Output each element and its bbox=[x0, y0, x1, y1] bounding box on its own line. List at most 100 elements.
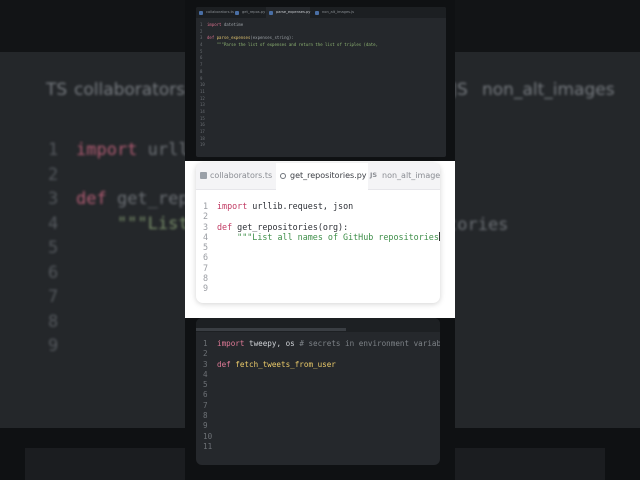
code-text: urll bbox=[137, 140, 189, 160]
line-number: 19 bbox=[200, 142, 205, 148]
mini-tab-label: parse_expenses.py bbox=[276, 10, 311, 14]
line-number: 3 bbox=[48, 189, 59, 209]
line-number: 4 bbox=[48, 213, 59, 234]
line-number: 17 bbox=[200, 129, 205, 134]
line-number: 12 bbox=[200, 95, 205, 101]
background-code-fragment: tories bbox=[447, 215, 509, 235]
code-text: datetime bbox=[221, 22, 244, 27]
main-code-area[interactable]: 1 import urllib.request, json 2 3 def get_re… bbox=[203, 201, 440, 294]
line-number: 2 bbox=[203, 349, 208, 359]
code-line: 1 import tweepy, os # secrets in environm… bbox=[203, 339, 440, 349]
line-number: 5 bbox=[200, 48, 203, 54]
code-line: 4 bbox=[203, 370, 440, 380]
code-line: 2 bbox=[203, 211, 440, 221]
code-keyword: def bbox=[76, 189, 107, 209]
line-number: 9 bbox=[48, 336, 59, 356]
code-text: tweepy, os bbox=[244, 339, 300, 348]
line-number: 7 bbox=[200, 62, 203, 68]
code-line: 8 bbox=[203, 273, 440, 283]
code-comment: # secrets in environment variables bbox=[299, 339, 440, 348]
code-line: 11 bbox=[200, 89, 378, 96]
background-code-line: 5 bbox=[48, 238, 199, 263]
code-line: 1 import datetime bbox=[200, 22, 378, 29]
background-tab-non-alt-images: non_alt_images bbox=[482, 80, 615, 100]
tab-non-alt-images[interactable]: JS non_alt_images bbox=[368, 163, 440, 189]
file-icon bbox=[199, 10, 203, 15]
main-editor-window: collaborators.ts get_repositories.py JS non… bbox=[196, 163, 440, 303]
line-number: 2 bbox=[200, 28, 203, 34]
tab-collaborators-ts[interactable]: collaborators.ts bbox=[196, 163, 276, 189]
line-number: 7 bbox=[203, 400, 208, 410]
line-number: 8 bbox=[200, 68, 203, 74]
code-keyword: import bbox=[207, 22, 222, 27]
code-function-name: get_repositories bbox=[232, 221, 318, 232]
line-number: 1 bbox=[203, 201, 209, 211]
code-line: 17 bbox=[200, 129, 378, 136]
code-line: 7 bbox=[200, 62, 378, 69]
mini-tab[interactable]: get_repos.py bbox=[232, 7, 265, 18]
ts-file-icon bbox=[200, 172, 207, 179]
code-line: 19 bbox=[200, 142, 378, 149]
line-number: 5 bbox=[203, 380, 208, 390]
code-line: 16 bbox=[200, 122, 378, 129]
code-string: """Parse the list of expenses and return… bbox=[216, 42, 378, 48]
bottom-code-area[interactable]: 1 import tweepy, os # secrets in environm… bbox=[203, 339, 440, 452]
line-number: 4 bbox=[203, 369, 208, 379]
tab-label: collaborators.ts bbox=[210, 171, 273, 180]
code-line: 2 bbox=[203, 349, 440, 359]
mini-tab[interactable]: parse_expenses.py bbox=[266, 7, 310, 18]
code-line: 3 def get_repositories(org): bbox=[203, 222, 440, 232]
background-code: 1 import urll 2 3 def get_repo 4 """List 5 6 7 8 9 bbox=[48, 140, 199, 361]
line-number: 5 bbox=[203, 242, 209, 253]
code-function-name: fetch_tweets_from_user bbox=[230, 359, 336, 369]
code-line: 4 """Parse the list of expenses and retu… bbox=[200, 42, 378, 49]
mini-code-area[interactable]: 1 import datetime 2 3 def parse_expenses(exp… bbox=[200, 22, 378, 149]
line-number: 3 bbox=[203, 359, 208, 369]
code-line: 5 bbox=[203, 380, 440, 390]
line-number: 4 bbox=[200, 42, 203, 48]
line-number: 1 bbox=[48, 140, 59, 160]
line-number: 8 bbox=[203, 273, 209, 284]
line-number: 11 bbox=[200, 88, 205, 94]
code-line: 6 bbox=[203, 390, 440, 400]
background-code-line: 7 bbox=[48, 287, 199, 312]
background-code-line: 6 bbox=[48, 263, 199, 288]
code-line: 7 bbox=[203, 263, 440, 273]
line-number: 13 bbox=[200, 102, 205, 108]
code-line: 3 def fetch_tweets_from_user bbox=[203, 360, 440, 370]
line-number: 11 bbox=[203, 441, 213, 451]
code-line: 5 bbox=[203, 242, 440, 252]
bottom-editor-window: 1 import tweepy, os # secrets in environm… bbox=[196, 318, 440, 465]
line-number: 2 bbox=[48, 164, 59, 185]
line-number: 10 bbox=[200, 82, 205, 88]
code-keyword: def bbox=[217, 359, 231, 369]
tab-label: get_repositories.py bbox=[290, 171, 367, 180]
code-string: """List all names of GitHub repositories bbox=[237, 231, 439, 242]
code-line: 10 bbox=[203, 432, 440, 442]
code-line: 6 bbox=[200, 55, 378, 62]
code-line: 1 import urllib.request, json bbox=[203, 201, 440, 211]
background-code-line: 2 bbox=[48, 165, 199, 190]
code-line: 9 bbox=[203, 421, 440, 431]
line-number: 4 bbox=[203, 231, 209, 242]
file-icon bbox=[235, 10, 239, 15]
line-number: 6 bbox=[203, 252, 209, 263]
line-number: 3 bbox=[200, 35, 203, 41]
bottom-tab-indicator bbox=[196, 328, 346, 331]
code-line: 2 bbox=[200, 29, 378, 36]
mini-tab[interactable]: collaborators.ts bbox=[196, 7, 234, 18]
tab-get-repositories-py[interactable]: get_repositories.py bbox=[276, 163, 368, 190]
mini-tab-label: non_alt_images.js bbox=[322, 10, 355, 14]
code-keyword: import bbox=[217, 339, 245, 348]
line-number: 18 bbox=[200, 135, 205, 141]
mini-tab[interactable]: non_alt_images.js bbox=[312, 7, 355, 18]
bottom-tab-bar bbox=[196, 318, 440, 332]
python-file-icon bbox=[280, 173, 286, 179]
line-number: 1 bbox=[200, 22, 203, 27]
line-number: 8 bbox=[203, 411, 208, 421]
ts-file-icon: TS bbox=[46, 80, 68, 100]
js-file-icon: JS bbox=[370, 171, 378, 179]
code-keyword: def bbox=[217, 221, 233, 232]
line-number: 9 bbox=[203, 283, 209, 294]
